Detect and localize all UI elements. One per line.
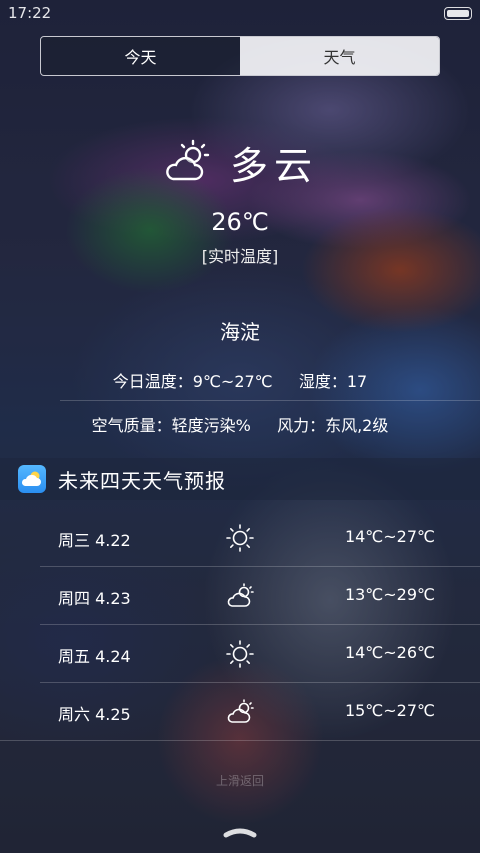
today-info-row: 今日温度：9℃~27℃ 湿度：17 bbox=[0, 368, 480, 392]
tab-bar: 今天 天气 bbox=[40, 36, 440, 76]
forecast-day-label: 周五 4.24 bbox=[58, 647, 131, 666]
wind: 风力：东风,2级 bbox=[277, 416, 389, 435]
condition-text: 多云 bbox=[229, 143, 318, 188]
forecast-temp-range: 14℃~27℃ bbox=[344, 527, 435, 546]
status-bar: 17:22 bbox=[0, 0, 480, 26]
forecast-header: 未来四天天气预报 bbox=[0, 458, 480, 500]
humidity: 湿度：17 bbox=[298, 372, 368, 391]
forecast-row: 周六 4.25 15℃~27℃ bbox=[0, 683, 480, 741]
partly-cloudy-icon bbox=[227, 583, 254, 607]
air-quality: 空气质量：轻度污染% bbox=[91, 416, 251, 435]
current-temperature: 26℃ bbox=[211, 208, 269, 236]
air-info-row: 空气质量：轻度污染% 风力：东风,2级 bbox=[0, 412, 480, 436]
forecast-title: 未来四天天气预报 bbox=[58, 468, 226, 493]
forecast-row: 周五 4.24 14℃~26℃ bbox=[0, 625, 480, 683]
today-temp-range: 今日温度：9℃~27℃ bbox=[112, 372, 273, 391]
divider bbox=[0, 740, 480, 741]
forecast-temp-range: 15℃~27℃ bbox=[344, 701, 435, 720]
forecast-temp-range: 14℃~26℃ bbox=[344, 643, 435, 662]
city-name: 海淀 bbox=[220, 320, 260, 344]
sunny-icon bbox=[226, 640, 254, 668]
battery-icon bbox=[444, 7, 472, 20]
forecast-day-label: 周四 4.23 bbox=[58, 589, 131, 608]
weather-app-icon bbox=[18, 465, 46, 493]
partly-cloudy-icon bbox=[227, 699, 254, 723]
tab-today[interactable]: 今天 bbox=[41, 37, 240, 75]
forecast-temp-range: 13℃~29℃ bbox=[344, 585, 435, 604]
forecast-row: 周四 4.23 13℃~29℃ bbox=[0, 567, 480, 625]
partly-cloudy-icon bbox=[166, 139, 210, 181]
temperature-note: [实时温度] bbox=[201, 247, 279, 266]
forecast-row: 周三 4.22 14℃~27℃ bbox=[0, 509, 480, 567]
status-time: 17:22 bbox=[8, 4, 52, 22]
current-condition: 多云 bbox=[0, 132, 480, 192]
tab-weather[interactable]: 天气 bbox=[240, 37, 439, 75]
sunny-icon bbox=[226, 524, 254, 552]
swipe-up-handle-icon[interactable] bbox=[222, 826, 258, 838]
divider bbox=[60, 400, 480, 401]
forecast-day-label: 周六 4.25 bbox=[58, 705, 131, 724]
swipe-up-hint: 上滑返回 bbox=[215, 774, 264, 788]
forecast-day-label: 周三 4.22 bbox=[58, 531, 131, 550]
